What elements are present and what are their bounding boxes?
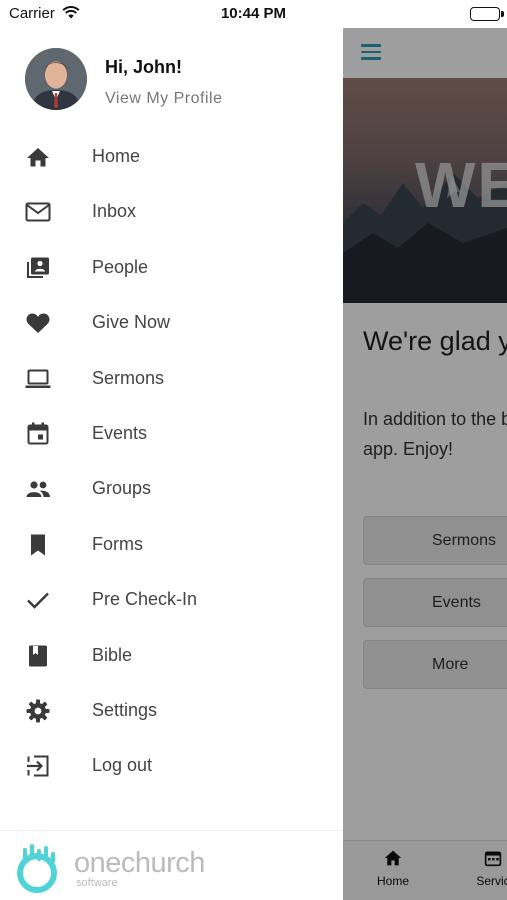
menu-item-inbox[interactable]: Inbox — [0, 184, 343, 239]
view-profile-link[interactable]: View My Profile — [105, 90, 222, 108]
menu-label: Events — [92, 422, 148, 443]
menu-label: Bible — [92, 644, 133, 665]
menu-item-events[interactable]: Events — [0, 406, 343, 461]
menu-item-people[interactable]: People — [0, 240, 343, 295]
dim-overlay[interactable] — [343, 26, 507, 900]
logo-mark-icon — [17, 844, 57, 893]
menu-item-forms[interactable]: Forms — [0, 517, 343, 572]
menu-label: Settings — [92, 699, 158, 720]
menu-label: Pre Check-In — [92, 589, 198, 610]
menu-label: Home — [92, 146, 141, 166]
logout-icon — [25, 754, 51, 778]
home-icon — [25, 145, 51, 169]
group-icon — [25, 477, 51, 501]
calendar-icon — [25, 422, 51, 446]
clock: 10:44 PM — [220, 5, 287, 22]
menu-label: Give Now — [92, 312, 171, 333]
menu-label: People — [92, 256, 149, 277]
drawer-menu: Home Inbox People Give Now Sermons Event… — [0, 129, 343, 794]
menu-label: Forms — [92, 533, 143, 554]
menu-item-settings[interactable]: Settings — [0, 683, 343, 738]
gear-icon — [25, 699, 51, 723]
battery-icon — [470, 7, 504, 21]
menu-item-log-out[interactable]: Log out — [0, 738, 343, 793]
bookmark-icon — [25, 533, 51, 557]
menu-item-bible[interactable]: Bible — [0, 628, 343, 683]
menu-item-sermons[interactable]: Sermons — [0, 351, 343, 406]
menu-label: Log out — [92, 755, 153, 776]
navigation-drawer: Hi, John! View My Profile Home Inbox Peo… — [0, 28, 343, 900]
onechurch-logo: onechurch software — [14, 841, 234, 893]
check-icon — [25, 588, 51, 612]
book-icon — [25, 644, 51, 668]
menu-label: Sermons — [92, 367, 165, 388]
avatar[interactable] — [25, 48, 87, 110]
logo-text: onechurch — [74, 847, 205, 879]
menu-item-give-now[interactable]: Give Now — [0, 295, 343, 350]
greeting: Hi, John! — [105, 57, 182, 77]
menu-label: Inbox — [92, 201, 137, 222]
mail-icon — [25, 200, 51, 224]
profile-section[interactable]: Hi, John! View My Profile — [25, 48, 325, 112]
menu-item-pre-check-in[interactable]: Pre Check-In — [0, 572, 343, 627]
laptop-icon — [25, 367, 51, 391]
logo-subtext: software — [76, 877, 118, 889]
people-book-icon — [25, 256, 51, 280]
status-bar: Carrier 10:44 PM — [0, 0, 507, 28]
menu-item-groups[interactable]: Groups — [0, 461, 343, 516]
menu-item-home[interactable]: Home — [0, 129, 343, 184]
drawer-footer: onechurch software — [0, 830, 343, 900]
menu-label: Groups — [92, 478, 152, 499]
heart-icon — [25, 311, 51, 335]
